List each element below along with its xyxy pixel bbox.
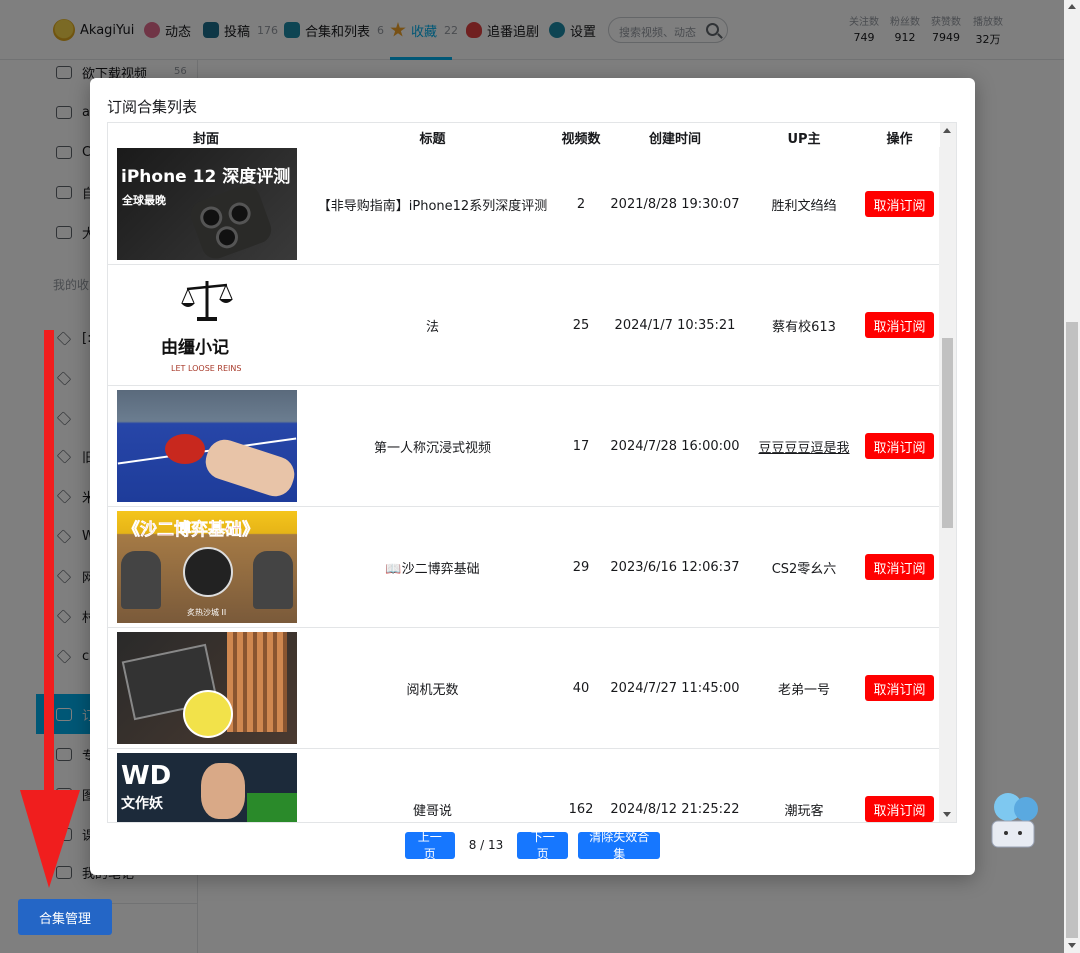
cover-subtitle-text: 文作妖 [121, 795, 163, 812]
uploader-name[interactable]: 豆豆豆豆逗是我 [749, 437, 859, 456]
column-header-created: 创建时间 [648, 132, 701, 147]
cover-image[interactable] [117, 389, 297, 502]
table-header: 封面 标题 视频数 创建时间 UP主 操作 [108, 123, 940, 147]
unsubscribe-button[interactable]: 取消订阅 [865, 312, 934, 338]
copper-pipes-graphic [227, 631, 287, 732]
modal-title: 订阅合集列表 [107, 98, 198, 116]
created-time: 2024/7/28 16:00:00 [610, 438, 740, 454]
video-count: 2 [576, 196, 586, 212]
created-time: 2021/8/28 19:30:07 [610, 196, 740, 212]
cover-image[interactable]: 《沙二博弈基础》 炙热沙城 II [117, 510, 297, 623]
table-body: iPhone 12 深度评测 全球最晚 【非导购指南】iPhone12系列深度评… [108, 144, 940, 822]
column-header-count: 视频数 [561, 132, 601, 147]
video-count: 40 [572, 680, 590, 696]
person-face-graphic [201, 762, 245, 819]
unsubscribe-button[interactable]: 取消订阅 [865, 796, 934, 822]
prev-page-button[interactable]: 上一页 [404, 830, 455, 861]
created-time: 2024/8/12 21:25:22 [610, 801, 740, 817]
uploader-name[interactable]: 胜利文绉绉 [749, 195, 859, 214]
paddle-graphic [165, 433, 205, 464]
cover-subtitle-text: 炙热沙城 II [187, 607, 227, 617]
collections-table: iPhone 12 深度评测 全球最晚 【非导购指南】iPhone12系列深度评… [107, 122, 957, 823]
table-row: 《沙二博弈基础》 炙热沙城 II 📖沙二博弈基础 29 2023/6/16 12… [108, 507, 940, 628]
collection-title: 【非导购指南】iPhone12系列深度评测 [317, 198, 548, 214]
video-count: 25 [572, 317, 590, 333]
scrollbar-thumb[interactable] [942, 338, 953, 528]
cover-cell: 由缰小记 LET LOOSE REINS [108, 265, 304, 386]
column-header-action: 操作 [886, 132, 913, 147]
scroll-up-arrow-icon[interactable] [943, 128, 951, 133]
cover-cell: iPhone 12 深度评测 全球最晚 [108, 144, 304, 265]
column-header-cover: 封面 [192, 132, 219, 147]
cover-image[interactable]: iPhone 12 深度评测 全球最晚 [117, 147, 297, 260]
cover-title-text: 《沙二博弈基础》 [123, 519, 260, 540]
cover-cell: 《沙二博弈基础》 炙热沙城 II [108, 507, 304, 628]
cover-cell: WD 文作妖 [108, 749, 304, 822]
video-count: 17 [572, 438, 590, 454]
unsubscribe-button[interactable]: 取消订阅 [865, 191, 934, 217]
scrollbar-thumb[interactable] [1066, 322, 1078, 938]
red-arrow-annotation-icon [20, 330, 80, 888]
clear-invalid-collections-button[interactable]: 清除失效合集 [578, 830, 661, 861]
collection-title: 法 [425, 319, 439, 335]
emoji-face-graphic [183, 689, 233, 738]
collection-title: 第一人称沉浸式视频 [373, 440, 491, 456]
collection-manage-button[interactable]: 合集管理 [18, 899, 112, 935]
uploader-name[interactable]: 老弟一号 [749, 679, 859, 698]
subscribed-collections-modal: 订阅合集列表 iPhone 12 深度评测 全球最晚 【非导购指南】iPhone… [90, 78, 975, 875]
table-row: WD 文作妖 健哥说 162 2024/8/12 21:25:22 潮玩客 取消… [108, 749, 940, 822]
cover-subtitle-text: LET LOOSE REINS [171, 363, 242, 373]
table-row: 第一人称沉浸式视频 17 2024/7/28 16:00:00 豆豆豆豆逗是我 … [108, 386, 940, 507]
character-right-graphic [253, 550, 293, 609]
cover-cell [108, 386, 304, 507]
created-time: 2024/7/27 11:45:00 [610, 680, 740, 696]
created-time: 2024/1/7 10:35:21 [614, 317, 736, 333]
green-logo-graphic [247, 792, 297, 822]
cover-title-text: WD [121, 760, 172, 791]
unsubscribe-button[interactable]: 取消订阅 [865, 433, 934, 459]
cover-title-text: iPhone 12 深度评测 [121, 166, 291, 187]
video-count: 162 [568, 801, 594, 817]
next-page-button[interactable]: 下一页 [517, 830, 569, 861]
character-left-graphic [121, 550, 161, 609]
scroll-down-arrow-icon[interactable] [943, 812, 951, 817]
uploader-name[interactable]: 潮玩客 [749, 800, 859, 819]
collection-title: 📖沙二博弈基础 [385, 561, 480, 577]
page-scrollbar[interactable] [1064, 0, 1080, 953]
emblem-graphic [183, 546, 233, 597]
column-header-title: 标题 [419, 132, 446, 147]
collection-title: 阅机无数 [406, 682, 459, 698]
video-count: 29 [572, 559, 590, 575]
table-row: 由缰小记 LET LOOSE REINS 法 25 2024/1/7 10:35… [108, 265, 940, 386]
cover-image[interactable]: WD 文作妖 [117, 752, 297, 822]
pagination: 上一页 8 / 13 下一页 清除失效合集 [90, 830, 975, 861]
uploader-name[interactable]: CS2零幺六 [749, 558, 859, 577]
cover-image[interactable] [117, 631, 297, 744]
scroll-down-arrow-icon[interactable] [1068, 943, 1076, 948]
cover-subtitle-text: 全球最晚 [122, 193, 166, 207]
column-header-uploader: UP主 [787, 132, 821, 147]
table-row: 阅机无数 40 2024/7/27 11:45:00 老弟一号 取消订阅 [108, 628, 940, 749]
collection-title: 健哥说 [412, 803, 452, 819]
cover-title-text: 由缰小记 [161, 337, 229, 358]
unsubscribe-button[interactable]: 取消订阅 [865, 554, 934, 580]
created-time: 2023/6/16 12:06:37 [610, 559, 740, 575]
mascot-icon [991, 793, 1038, 848]
table-scrollbar[interactable] [939, 123, 956, 822]
cover-cell [108, 628, 304, 749]
scroll-up-arrow-icon[interactable] [1068, 4, 1076, 9]
phone-camera-graphic [186, 180, 276, 260]
scales-of-justice-icon [181, 280, 233, 321]
cover-image[interactable]: 由缰小记 LET LOOSE REINS [117, 268, 297, 381]
page-indicator: 8 / 13 [468, 838, 504, 852]
table-row: iPhone 12 深度评测 全球最晚 【非导购指南】iPhone12系列深度评… [108, 144, 940, 265]
table-viewport[interactable]: iPhone 12 深度评测 全球最晚 【非导购指南】iPhone12系列深度评… [108, 123, 940, 822]
uploader-name[interactable]: 蔡有校613 [749, 316, 859, 335]
unsubscribe-button[interactable]: 取消订阅 [865, 675, 934, 701]
